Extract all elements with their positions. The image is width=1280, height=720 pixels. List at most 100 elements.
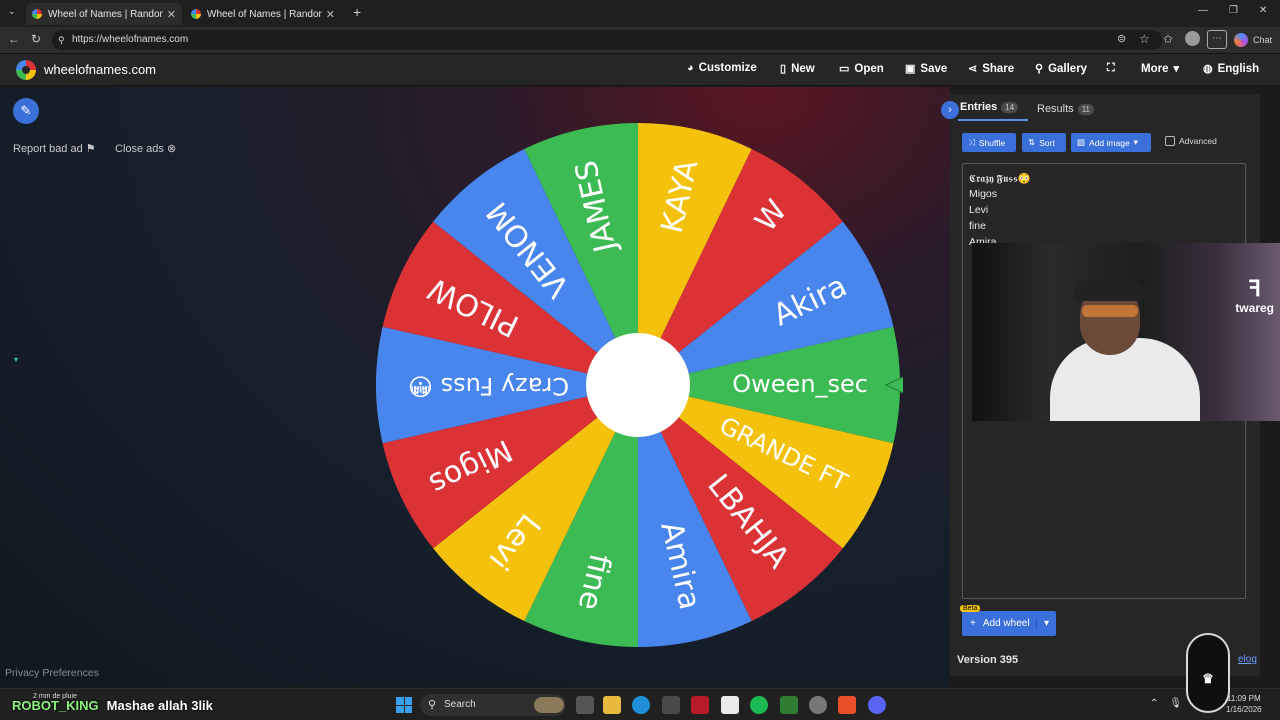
copilot-icon[interactable]: [1234, 33, 1248, 47]
brave-icon[interactable]: [838, 696, 856, 714]
chat-button[interactable]: Chat: [1253, 35, 1272, 45]
tab-title: Wheel of Names | Random name p: [207, 8, 322, 20]
discord-icon[interactable]: [868, 696, 886, 714]
task-view-icon[interactable]: [576, 696, 594, 714]
site-info-icon[interactable]: ⚲: [58, 30, 65, 50]
widgets-icon[interactable]: [534, 697, 564, 713]
profile-icon[interactable]: [1185, 31, 1200, 46]
windows-start-icon[interactable]: [396, 697, 412, 713]
favorites-icon[interactable]: ✩: [1163, 32, 1173, 46]
close-tab-icon[interactable]: ✕: [167, 8, 176, 21]
more-options-icon[interactable]: ⋯: [1207, 30, 1227, 49]
add-wheel-label: Add wheel: [982, 618, 1030, 629]
add-wheel-button[interactable]: + Add wheel ▾: [962, 611, 1056, 636]
nav-label: Gallery: [1048, 62, 1088, 75]
wheel-logo-icon[interactable]: [16, 60, 36, 80]
checkbox-icon: [1165, 136, 1175, 146]
game-icon[interactable]: [780, 696, 798, 714]
wheel-favicon-icon: [191, 9, 201, 19]
nav-label: New: [791, 62, 815, 75]
sort-icon: ⇅: [1028, 137, 1036, 147]
chevron-up-icon[interactable]: ⌃: [1150, 698, 1158, 709]
minimize-button[interactable]: —: [1198, 5, 1208, 16]
changelog-link[interactable]: elog: [1238, 654, 1257, 665]
search-icon: ⚲: [1035, 63, 1044, 75]
edge-icon[interactable]: [632, 696, 650, 714]
fullscreen-button[interactable]: ⛶: [1107, 62, 1115, 75]
globe-icon: ◍: [1203, 63, 1213, 75]
star-icon[interactable]: ☆: [1139, 32, 1150, 46]
shuffle-button[interactable]: ⤨ Shuffle: [962, 133, 1016, 152]
spin-wheel[interactable]: Oween_secGRANDE FTLBAHJAAmirafineLeviMig…: [373, 120, 903, 650]
tab-entries[interactable]: Entries 14: [960, 101, 1019, 113]
close-tab-icon[interactable]: ✕: [326, 8, 335, 21]
reader-icon[interactable]: ⊜: [1117, 32, 1126, 45]
microphone-icon[interactable]: 🎙: [1169, 698, 1182, 709]
search-icon: ⚲: [428, 699, 437, 711]
tab-list-icon[interactable]: ⌄: [8, 6, 16, 17]
browser-tab-1[interactable]: Wheel of Names | Random name p ✕: [26, 3, 182, 25]
chevron-down-icon: ▾: [1133, 137, 1138, 147]
close-window-button[interactable]: ✕: [1259, 5, 1267, 16]
wheel-favicon-icon: [32, 9, 42, 19]
url-field[interactable]: ⚲ https://wheelofnames.com: [52, 30, 1162, 50]
more-button[interactable]: More ▾: [1141, 62, 1180, 76]
app-icon[interactable]: [691, 696, 709, 714]
close-ads-link[interactable]: Close ads ⊗: [115, 142, 176, 155]
tab-results[interactable]: Results 11: [1037, 103, 1094, 115]
edit-pencil-button[interactable]: ✎: [13, 98, 39, 124]
share-button[interactable]: ⋖ Share: [968, 62, 1015, 76]
chevron-right-icon[interactable]: ›: [941, 101, 959, 119]
chrome-icon[interactable]: [809, 696, 827, 714]
gallery-button[interactable]: ⚲ Gallery: [1035, 62, 1088, 76]
chevron-down-icon[interactable]: ▾: [1036, 618, 1056, 629]
wheel-segment-label: Crazy Fuss 😳: [408, 372, 569, 400]
nav-label: Share: [982, 62, 1015, 75]
filter-icon: ▾: [14, 355, 19, 364]
plus-icon: +: [970, 618, 976, 629]
shuffle-label: Shuffle: [978, 137, 1006, 148]
nav-label: Customize: [698, 62, 757, 74]
nav-label: Open: [854, 62, 884, 75]
cam-brand: twareg: [1235, 301, 1274, 315]
url-text: https://wheelofnames.com: [72, 34, 189, 45]
results-count-badge: 11: [1077, 103, 1094, 115]
report-ad-label: Report bad ad: [13, 143, 83, 155]
restore-button[interactable]: ❐: [1229, 5, 1238, 16]
version-label: Version 395: [957, 654, 1019, 666]
spotify-icon[interactable]: [750, 696, 768, 714]
streamer-glasses: [1082, 305, 1138, 317]
site-header: wheelofnames.com ◕ Customize ▯ New ▭ Open ▣…: [0, 54, 1280, 86]
file-explorer-icon[interactable]: [603, 696, 621, 714]
new-button[interactable]: ▯ New: [780, 62, 815, 76]
system-tray: ⌃ 🎙: [1150, 698, 1182, 709]
palette-icon: ◕: [687, 62, 694, 74]
reload-icon[interactable]: ↻: [31, 32, 41, 46]
folder-icon: ▭: [839, 63, 850, 75]
wheel-center[interactable]: [586, 333, 690, 437]
taskbar-clock[interactable]: 11:09 PM 1/16/2026: [1226, 693, 1262, 715]
open-button[interactable]: ▭ Open: [839, 62, 884, 76]
privacy-preferences-link[interactable]: Privacy Preferences: [5, 667, 99, 679]
language-button[interactable]: ◍ English: [1203, 62, 1259, 76]
add-image-button[interactable]: ▧ Add image ▾: [1071, 133, 1151, 152]
save-button[interactable]: ▣ Save: [905, 62, 948, 76]
entry-line: 𝕮𝖗𝖆𝖟𝖞 𝕱𝖚𝖘𝖘😳: [969, 173, 1031, 185]
entries-tab-label: Entries: [960, 101, 998, 113]
notepad-icon[interactable]: [721, 696, 739, 714]
customize-button[interactable]: ◕ Customize: [687, 62, 757, 74]
results-tab-label: Results: [1037, 103, 1074, 115]
store-icon[interactable]: [662, 696, 680, 714]
chat-username: ROBOT_KING: [12, 698, 99, 713]
clock-time: 11:09 PM: [1226, 694, 1261, 703]
advanced-checkbox[interactable]: Advanced: [1165, 136, 1217, 146]
twareg-logo: ꟻ twareg: [1235, 277, 1274, 316]
nav-label: Save: [920, 62, 948, 75]
back-icon[interactable]: ←: [8, 32, 20, 46]
new-tab-button[interactable]: +: [353, 4, 361, 20]
sort-button[interactable]: ⇅ Sort: [1022, 133, 1066, 152]
browser-tab-2[interactable]: Wheel of Names | Random name p ✕: [185, 3, 341, 25]
report-bad-ad-link[interactable]: Report bad ad ⚑: [13, 142, 96, 155]
chevron-down-icon: ▾: [1173, 63, 1180, 75]
site-name[interactable]: wheelofnames.com: [44, 62, 156, 77]
